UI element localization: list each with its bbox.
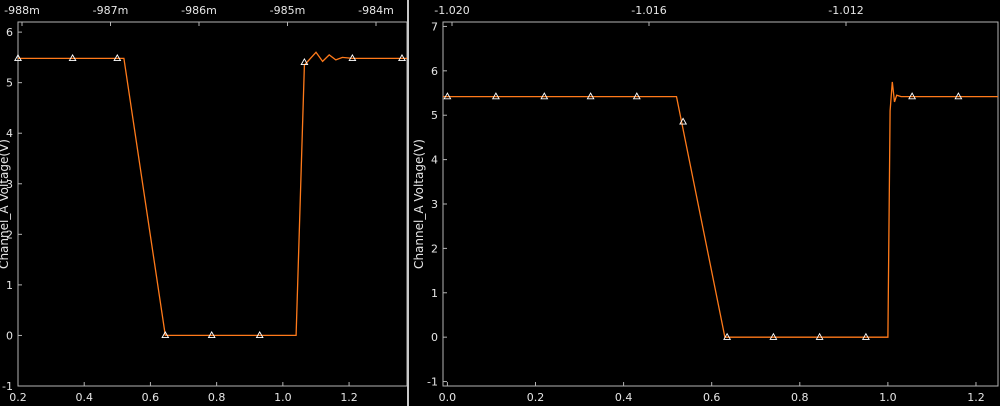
- top-tick-label: -987m: [93, 4, 129, 17]
- y-tick-label: 4: [6, 127, 13, 140]
- y-tick-label: 2: [431, 242, 438, 255]
- x-tick-label: 1.0: [879, 391, 897, 404]
- y-tick-label: -1: [427, 376, 438, 389]
- y-tick-label: 5: [431, 109, 438, 122]
- right-chart-panel: -1 0 1 2 3 4 5 6 7 0.0 0.2 0.4 0.6 0.8 1.0 1.2 -1.020 -1.…: [407, 0, 1000, 406]
- x-tick-label: 1.2: [340, 391, 358, 404]
- x-tick-label: 0.6: [142, 391, 160, 404]
- plot-frame: [442, 21, 999, 387]
- data-point-marker: [769, 332, 778, 340]
- top-tick-label: -1.016: [631, 4, 666, 17]
- top-tick-label: -985m: [270, 4, 306, 17]
- y-tick-label: 7: [431, 20, 438, 33]
- x-tick-label: 0.4: [615, 391, 633, 404]
- x-tick-label: 0.8: [791, 391, 809, 404]
- data-point-marker: [861, 332, 870, 340]
- y-tick-label: 4: [431, 154, 438, 167]
- top-tick-label: -984m: [358, 4, 394, 17]
- voltage-series-line: [443, 81, 998, 338]
- right-voltage-chart: -1 0 1 2 3 4 5 6 7 0.0 0.2 0.4 0.6 0.8 1.0 1.2 -1.020 -1.…: [412, 4, 999, 404]
- plot-frame: [17, 21, 407, 387]
- x-tick-label: 0.4: [75, 391, 93, 404]
- voltage-series-line: [18, 51, 407, 337]
- top-tick-label: -1.020: [434, 4, 469, 17]
- y-tick-label: 0: [431, 331, 438, 344]
- x-tick-label: 0.8: [208, 391, 226, 404]
- y-tick-label: 1: [6, 279, 13, 292]
- x-tick-label: 0.2: [9, 391, 27, 404]
- x-tick-label: 0.0: [439, 391, 457, 404]
- top-tick-label: -986m: [181, 4, 217, 17]
- y-tick-label: 3: [431, 198, 438, 211]
- x-tick-label: 1.0: [274, 391, 292, 404]
- x-tick-label: 0.2: [527, 391, 545, 404]
- top-tick-label: -1.012: [828, 4, 863, 17]
- x-tick-label: 0.6: [703, 391, 721, 404]
- x-tick-label: 1.2: [967, 391, 985, 404]
- data-point-marker: [815, 332, 824, 340]
- y-tick-label: 6: [431, 65, 438, 78]
- left-chart-panel: -1 0 1 2 3 4 5 6 0.2 0.4 0.6 0.8 1.0 1.2 -988m -987m -98…: [0, 0, 407, 406]
- y-tick-label: 1: [431, 287, 438, 300]
- y-axis-title: Channel_A Voltage(V): [0, 139, 11, 269]
- left-voltage-chart: -101234560.2 0.4 0.6 0.8 1.0 1.2-988m -987m -98…: [0, 4, 407, 404]
- top-tick-label: -988m: [4, 4, 40, 17]
- y-tick-label: 5: [6, 77, 13, 90]
- y-tick-label: 6: [6, 26, 13, 39]
- y-axis-title: Channel_A Voltage(V): [412, 139, 426, 269]
- y-tick-label: 0: [6, 329, 13, 342]
